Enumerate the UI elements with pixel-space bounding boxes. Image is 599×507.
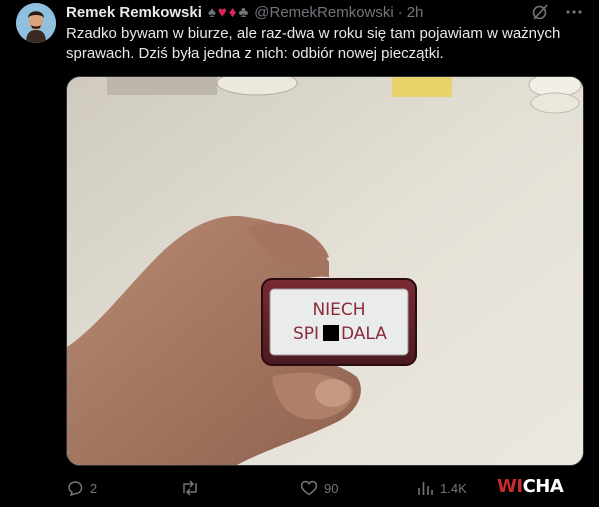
stamp-line-2-left: SPI xyxy=(293,324,319,344)
like-button[interactable]: 90 xyxy=(300,478,338,498)
censor-block xyxy=(323,325,339,341)
views-button[interactable]: 1.4K xyxy=(416,478,467,498)
diamond-icon: ♦ xyxy=(228,4,237,21)
spade-icon: ♠ xyxy=(207,4,216,21)
views-count: 1.4K xyxy=(440,480,467,496)
views-icon xyxy=(418,482,433,495)
reply-icon xyxy=(68,481,83,497)
stamp-line-2-right: DALA xyxy=(341,324,387,344)
user-handle[interactable]: @RemekRemkowski xyxy=(254,3,393,23)
club-icon: ♣ xyxy=(238,4,249,21)
wiocha-watermark: WICHA xyxy=(497,476,564,497)
repost-icon xyxy=(183,480,197,496)
avatar[interactable] xyxy=(16,3,56,43)
tweet-photo[interactable]: NIECH SPI DALA xyxy=(66,76,584,466)
like-count: 90 xyxy=(324,480,339,496)
heart-icon: ♥ xyxy=(217,4,227,21)
reply-button[interactable]: 2 xyxy=(66,478,97,498)
stamp: NIECH SPI DALA xyxy=(261,278,417,366)
header-actions xyxy=(531,3,583,21)
reply-count: 2 xyxy=(90,480,98,496)
photo-image: NIECH SPI DALA xyxy=(67,77,583,465)
stamp-line-1: NIECH xyxy=(312,300,365,320)
grok-icon[interactable] xyxy=(531,3,549,21)
watermark-part-2: CHA xyxy=(522,476,564,497)
name-emojis: ♠ ♥ ♦ ♣ xyxy=(208,3,248,23)
tweet-header: Remek Remkowski ♠ ♥ ♦ ♣ @RemekRemkowski … xyxy=(66,3,583,23)
timestamp[interactable]: 2h xyxy=(407,3,424,23)
avatar-image xyxy=(16,3,56,43)
heart-outline-icon xyxy=(300,480,318,496)
tweet-text: Rzadko bywam w biurze, ale raz-dwa w rok… xyxy=(66,25,561,62)
separator-dot: · xyxy=(397,4,403,21)
watermark-part-1: WI xyxy=(497,476,523,497)
more-icon[interactable] xyxy=(565,3,583,21)
display-name[interactable]: Remek Remkowski xyxy=(66,3,202,23)
repost-button[interactable] xyxy=(180,478,206,498)
